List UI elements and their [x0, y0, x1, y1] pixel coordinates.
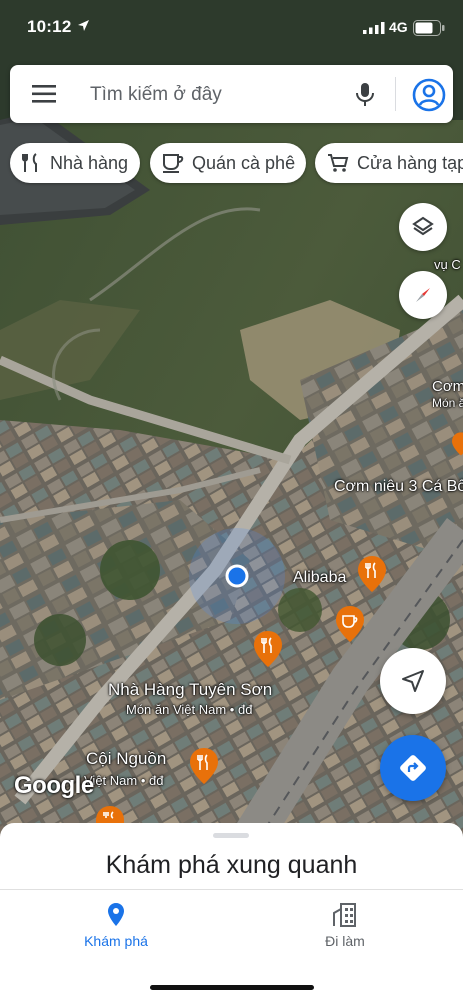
layers-button[interactable]: [399, 203, 447, 251]
home-indicator[interactable]: [150, 985, 314, 990]
sheet-drag-handle[interactable]: [213, 833, 249, 838]
chip-restaurants-label: Nhà hàng: [50, 152, 129, 173]
battery-icon: [413, 20, 445, 36]
directions-button[interactable]: [380, 735, 446, 801]
search-divider: [395, 77, 396, 111]
shopping-cart-icon: [328, 154, 349, 172]
tab-commute[interactable]: Đi làm: [285, 897, 405, 957]
chip-cafes[interactable]: Quán cà phê: [150, 143, 306, 183]
signal-bars-icon: [363, 22, 385, 34]
chip-cafes-label: Quán cà phê: [192, 152, 296, 173]
map-label-coi-nguon[interactable]: Cội Nguồn: [86, 749, 166, 769]
restaurant-pin-icon[interactable]: [254, 631, 282, 672]
chip-grocery-label: Cửa hàng tạp: [357, 152, 463, 173]
map-label-com[interactable]: Cơm: [432, 378, 463, 395]
tab-commute-label: Đi làm: [325, 933, 365, 949]
network-type: 4G: [389, 19, 408, 35]
account-icon[interactable]: [412, 78, 446, 112]
tab-explore-label: Khám phá: [84, 933, 148, 949]
location-arrow-icon: [78, 20, 89, 31]
coffee-cup-icon: [163, 154, 184, 173]
restaurant-pin-icon[interactable]: [358, 556, 386, 597]
chip-restaurants[interactable]: Nhà hàng: [10, 143, 140, 183]
status-bar: 10:12 4G: [0, 0, 463, 52]
google-logo: Google: [14, 772, 94, 799]
status-time: 10:12: [27, 17, 72, 36]
map-label-alibaba[interactable]: Alibaba: [293, 569, 346, 587]
buildings-icon: [333, 903, 356, 927]
microphone-icon[interactable]: [352, 81, 378, 107]
directions-icon: [400, 755, 426, 781]
hamburger-menu-icon[interactable]: [32, 83, 56, 105]
location-pin-icon: [108, 903, 124, 926]
restaurant-pin-icon[interactable]: [190, 748, 218, 789]
sheet-divider: [0, 889, 463, 890]
restaurant-pin-icon[interactable]: [452, 428, 463, 465]
sheet-title: Khám phá xung quanh: [105, 851, 358, 879]
compass-button[interactable]: [399, 271, 447, 319]
map-label-coi-nguon-sub: Việt Nam • đđ: [84, 773, 164, 788]
my-location-button[interactable]: [380, 648, 446, 714]
map-label-com-nieu[interactable]: Cơm niêu 3 Cá Bố: [334, 478, 463, 496]
map-label-nha-hang-tuyen-son[interactable]: Nhà Hàng Tuyên Sơn: [108, 680, 272, 700]
chip-grocery[interactable]: Cửa hàng tạp: [315, 143, 463, 183]
map-label-vu-c: vụ C: [434, 257, 461, 272]
compass-icon: [416, 288, 430, 302]
map-label-mon-an-viet-nam: Món ăn Việt Nam • đđ: [126, 702, 253, 717]
layers-icon: [412, 216, 434, 236]
search-bar[interactable]: [10, 65, 453, 123]
fork-knife-icon: [22, 153, 37, 172]
search-input[interactable]: [88, 79, 352, 111]
tab-explore[interactable]: Khám phá: [56, 897, 176, 957]
map-label-mon: Món ăn: [432, 396, 463, 410]
navigation-arrow-icon: [402, 670, 424, 692]
coffee-pin-icon[interactable]: [336, 606, 364, 647]
